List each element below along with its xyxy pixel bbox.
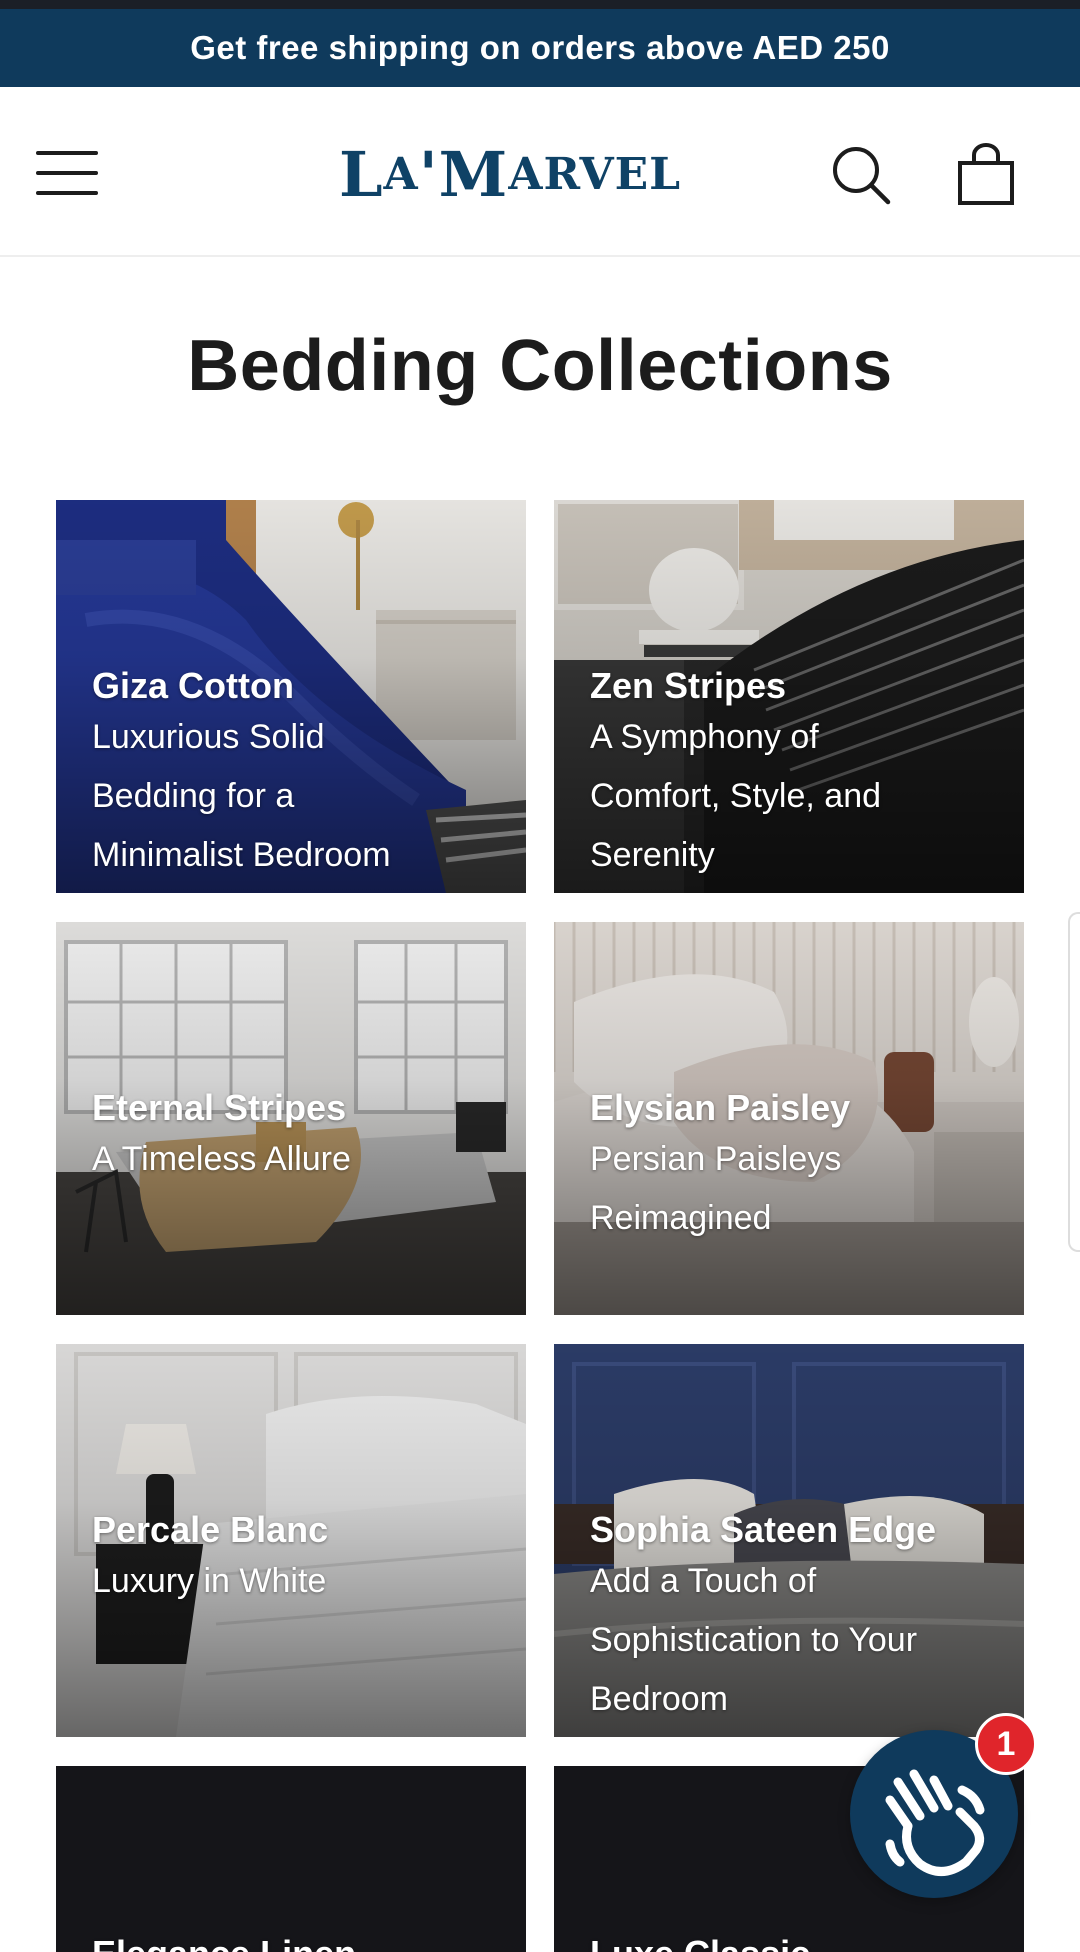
collection-subtitle-line: Serenity (590, 836, 715, 874)
collection-subtitle-line: Bedroom (590, 1680, 728, 1718)
collection-title: Elysian Paisley (590, 1087, 851, 1128)
site-header: L A 'M ARVEL (0, 87, 1080, 257)
collection-subtitle-line: A Timeless Allure (92, 1140, 351, 1178)
site-logo[interactable]: L A 'M ARVEL (338, 137, 682, 211)
collection-title: Luxe Classic (590, 1932, 1000, 1952)
page-title: Bedding Collections (187, 326, 893, 406)
collection-subtitle-line: Bedding for a (92, 777, 295, 815)
shopping-bag-icon (958, 143, 1014, 205)
logo-text: 'M (418, 137, 509, 211)
collection-subtitle-line: Comfort, Style, and (590, 777, 882, 815)
collection-subtitle-line: Sophistication to Your (590, 1621, 918, 1659)
collection-caption: Elegance Linen (92, 1932, 502, 1952)
collection-title: Percale Blanc (92, 1509, 329, 1550)
collection-subtitle-line: Luxury in White (92, 1562, 327, 1600)
collection-subtitle-line: A Symphony of (590, 718, 819, 756)
announcement-bar: Get free shipping on orders above AED 25… (0, 9, 1080, 87)
cart-button[interactable] (956, 143, 1016, 207)
collection-title: Elegance Linen (92, 1932, 502, 1952)
status-strip (0, 0, 1080, 9)
logo-text: ARVEL (508, 148, 682, 200)
collection-title: Zen Stripes (590, 665, 787, 706)
collection-caption: Zen Stripes A Symphony of Comfort, Style… (590, 664, 1000, 885)
collection-subtitle-line: Persian Paisleys (590, 1140, 842, 1178)
collection-title: Sophia Sateen Edge (590, 1509, 937, 1550)
collection-card-sophia-sateen-edge[interactable]: Sophia Sateen Edge Add a Touch of Sophis… (554, 1344, 1024, 1737)
search-icon (833, 147, 891, 205)
collection-caption: Giza Cotton Luxurious Solid Bedding for … (92, 664, 502, 885)
collection-card-giza-cotton[interactable]: Giza Cotton Luxurious Solid Bedding for … (56, 500, 526, 893)
collection-caption: Sophia Sateen Edge Add a Touch of Sophis… (590, 1508, 1000, 1729)
notification-badge: 1 (975, 1713, 1037, 1775)
collection-title: Giza Cotton (92, 665, 294, 706)
hamburger-icon-line (36, 171, 98, 175)
collection-card-eternal-stripes[interactable]: Eternal Stripes A Timeless Allure (56, 922, 526, 1315)
collection-caption: Luxe Classic (590, 1932, 1000, 1952)
collection-caption: Percale Blanc Luxury in White (92, 1508, 502, 1611)
collection-image (56, 1766, 526, 1952)
collection-card-zen-stripes[interactable]: Zen Stripes A Symphony of Comfort, Style… (554, 500, 1024, 893)
collection-title: Eternal Stripes (92, 1087, 347, 1128)
announcement-text: Get free shipping on orders above AED 25… (190, 29, 890, 66)
collection-card-elegance-linen[interactable]: Elegance Linen (56, 1766, 526, 1952)
collection-subtitle-line: Add a Touch of (590, 1562, 817, 1600)
collection-subtitle-line: Luxurious Solid (92, 718, 325, 756)
collection-subtitle-line: Reimagined (590, 1199, 772, 1237)
collection-caption: Elysian Paisley Persian Paisleys Reimagi… (590, 1086, 1000, 1248)
search-button[interactable] (830, 144, 892, 206)
logo-text: A (383, 148, 419, 200)
collection-caption: Eternal Stripes A Timeless Allure (92, 1086, 502, 1189)
menu-button[interactable] (36, 149, 100, 197)
hamburger-icon (36, 151, 98, 155)
logo-text: L (338, 137, 384, 211)
hamburger-icon-line (36, 191, 98, 195)
collection-subtitle-line: Minimalist Bedroom (92, 836, 391, 874)
side-drawer-tab[interactable] (1068, 912, 1080, 1252)
collection-card-percale-blanc[interactable]: Percale Blanc Luxury in White (56, 1344, 526, 1737)
collection-card-elysian-paisley[interactable]: Elysian Paisley Persian Paisleys Reimagi… (554, 922, 1024, 1315)
